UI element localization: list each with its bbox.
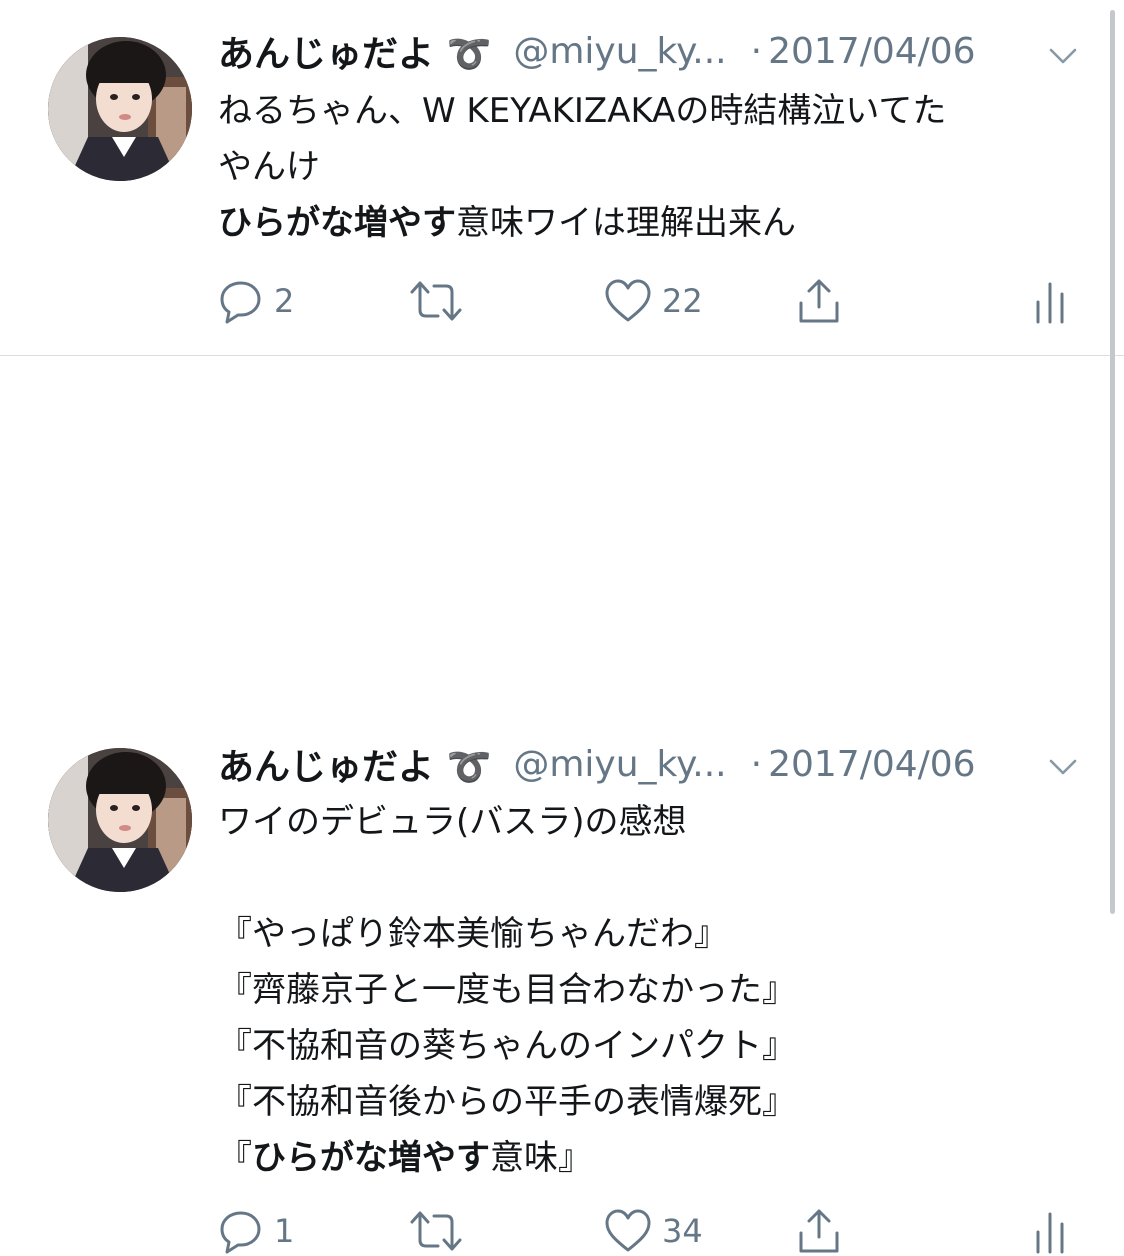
tweet-header: あんじゅだよ ➰ @miyu_ky... · 2017/04/06 (218, 25, 976, 77)
tweet-header: あんじゅだよ ➰ @miyu_ky... · 2017/04/06 (218, 738, 976, 790)
reply-button[interactable]: 1 (218, 1206, 294, 1256)
tweet[interactable]: あんじゅだよ ➰ @miyu_ky... · 2017/04/06 ワイのデビュ… (0, 356, 1116, 1254)
retweet-button[interactable] (408, 276, 474, 326)
timestamp[interactable]: 2017/04/06 (768, 31, 976, 72)
text-segment: 『齊藤京子と一度も目合わなかった』 (218, 970, 796, 1010)
text-segment: 『不協和音後からの平手の表情爆死』 (218, 1082, 796, 1122)
text-segment: ワイのデビュラ(バスラ)の感想 (218, 802, 687, 842)
tweet-actions: 2 22 (0, 276, 1116, 326)
text-segment: やんけ (218, 147, 320, 187)
tweet-text-line: ワイのデビュラ(バスラ)の感想 (218, 794, 1098, 850)
analytics-icon (1036, 282, 1064, 324)
retweet-button[interactable] (408, 1206, 474, 1256)
tweet-text-line: やんけ (218, 139, 1098, 195)
reply-count: 2 (274, 282, 295, 320)
analytics-icon (1036, 1212, 1064, 1254)
analytics-button[interactable] (1034, 1206, 1066, 1256)
timestamp[interactable]: 2017/04/06 (768, 744, 976, 785)
heart-icon (605, 1209, 651, 1252)
retweet-icon (410, 1211, 462, 1251)
heart-icon (605, 279, 651, 322)
avatar-photo (48, 37, 192, 181)
text-segment: 『不協和音の葵ちゃんのインパクト』 (218, 1026, 796, 1066)
chevron-down-icon[interactable] (1045, 38, 1081, 74)
tweet-text-line: ひらがな増やす意味ワイは理解出来ん (218, 195, 1098, 251)
tweet-text-line: 『齊藤京子と一度も目合わなかった』 (218, 962, 1098, 1018)
chevron-down-icon[interactable] (1045, 749, 1081, 785)
avatar[interactable] (48, 37, 192, 181)
text-segment: ねるちゃん、W KEYAKIZAKAの時結構泣いてた (218, 91, 947, 131)
analytics-button[interactable] (1034, 276, 1066, 326)
share-button[interactable] (796, 1206, 842, 1256)
tweet-text: ねるちゃん、W KEYAKIZAKAの時結構泣いてた やんけひらがな増やす意味ワイ… (218, 83, 1098, 251)
like-count: 34 (662, 1212, 703, 1250)
text-segment: 意味ワイは理解出来ん (456, 203, 796, 243)
tweet-actions: 1 34 (0, 1206, 1116, 1256)
reply-count: 1 (274, 1212, 295, 1250)
reply-icon (220, 281, 261, 324)
retweet-icon (410, 281, 462, 321)
reply-icon (220, 1211, 261, 1254)
share-icon (799, 279, 839, 323)
bold-text: ひらがな増やす (218, 203, 456, 243)
tweet-text-line: ねるちゃん、W KEYAKIZAKAの時結構泣いてた (218, 83, 1098, 139)
tweet-text: ワイのデビュラ(バスラ)の感想『やっぱり鈴本美愉ちゃんだわ』『齊藤京子と一度も目… (218, 794, 1098, 1186)
tweet-text-line (218, 850, 1098, 906)
tweet-text-line: 『不協和音後からの平手の表情爆死』 (218, 1074, 1098, 1130)
display-name[interactable]: あんじゅだよ ➰ (218, 738, 491, 790)
text-segment: 『やっぱり鈴本美愉ちゃんだわ』 (218, 914, 728, 954)
username[interactable]: @miyu_ky... (513, 744, 726, 785)
share-button[interactable] (796, 276, 842, 326)
tweet-text-line: 『やっぱり鈴本美愉ちゃんだわ』 (218, 906, 1098, 962)
display-name[interactable]: あんじゅだよ ➰ (218, 25, 491, 77)
username[interactable]: @miyu_ky... (513, 31, 726, 72)
text-segment: 『 (218, 1138, 252, 1178)
like-button[interactable]: 22 (604, 276, 703, 326)
separator-dot: · (750, 743, 763, 785)
text-segment: 意味』 (490, 1138, 592, 1178)
reply-button[interactable]: 2 (218, 276, 294, 326)
tweet-text-line: 『ひらがな増やす意味』 (218, 1130, 1098, 1186)
separator-dot: · (750, 30, 763, 72)
tweet[interactable]: あんじゅだよ ➰ @miyu_ky... · 2017/04/06 ねるちゃん、… (0, 0, 1116, 355)
bold-text: ひらがな増やす (252, 1138, 490, 1178)
share-icon (799, 1209, 839, 1253)
tweet-text-line: 『不協和音の葵ちゃんのインパクト』 (218, 1018, 1098, 1074)
like-count: 22 (662, 282, 703, 320)
avatar-photo (48, 748, 192, 892)
like-button[interactable]: 34 (604, 1206, 703, 1256)
avatar[interactable] (48, 748, 192, 892)
